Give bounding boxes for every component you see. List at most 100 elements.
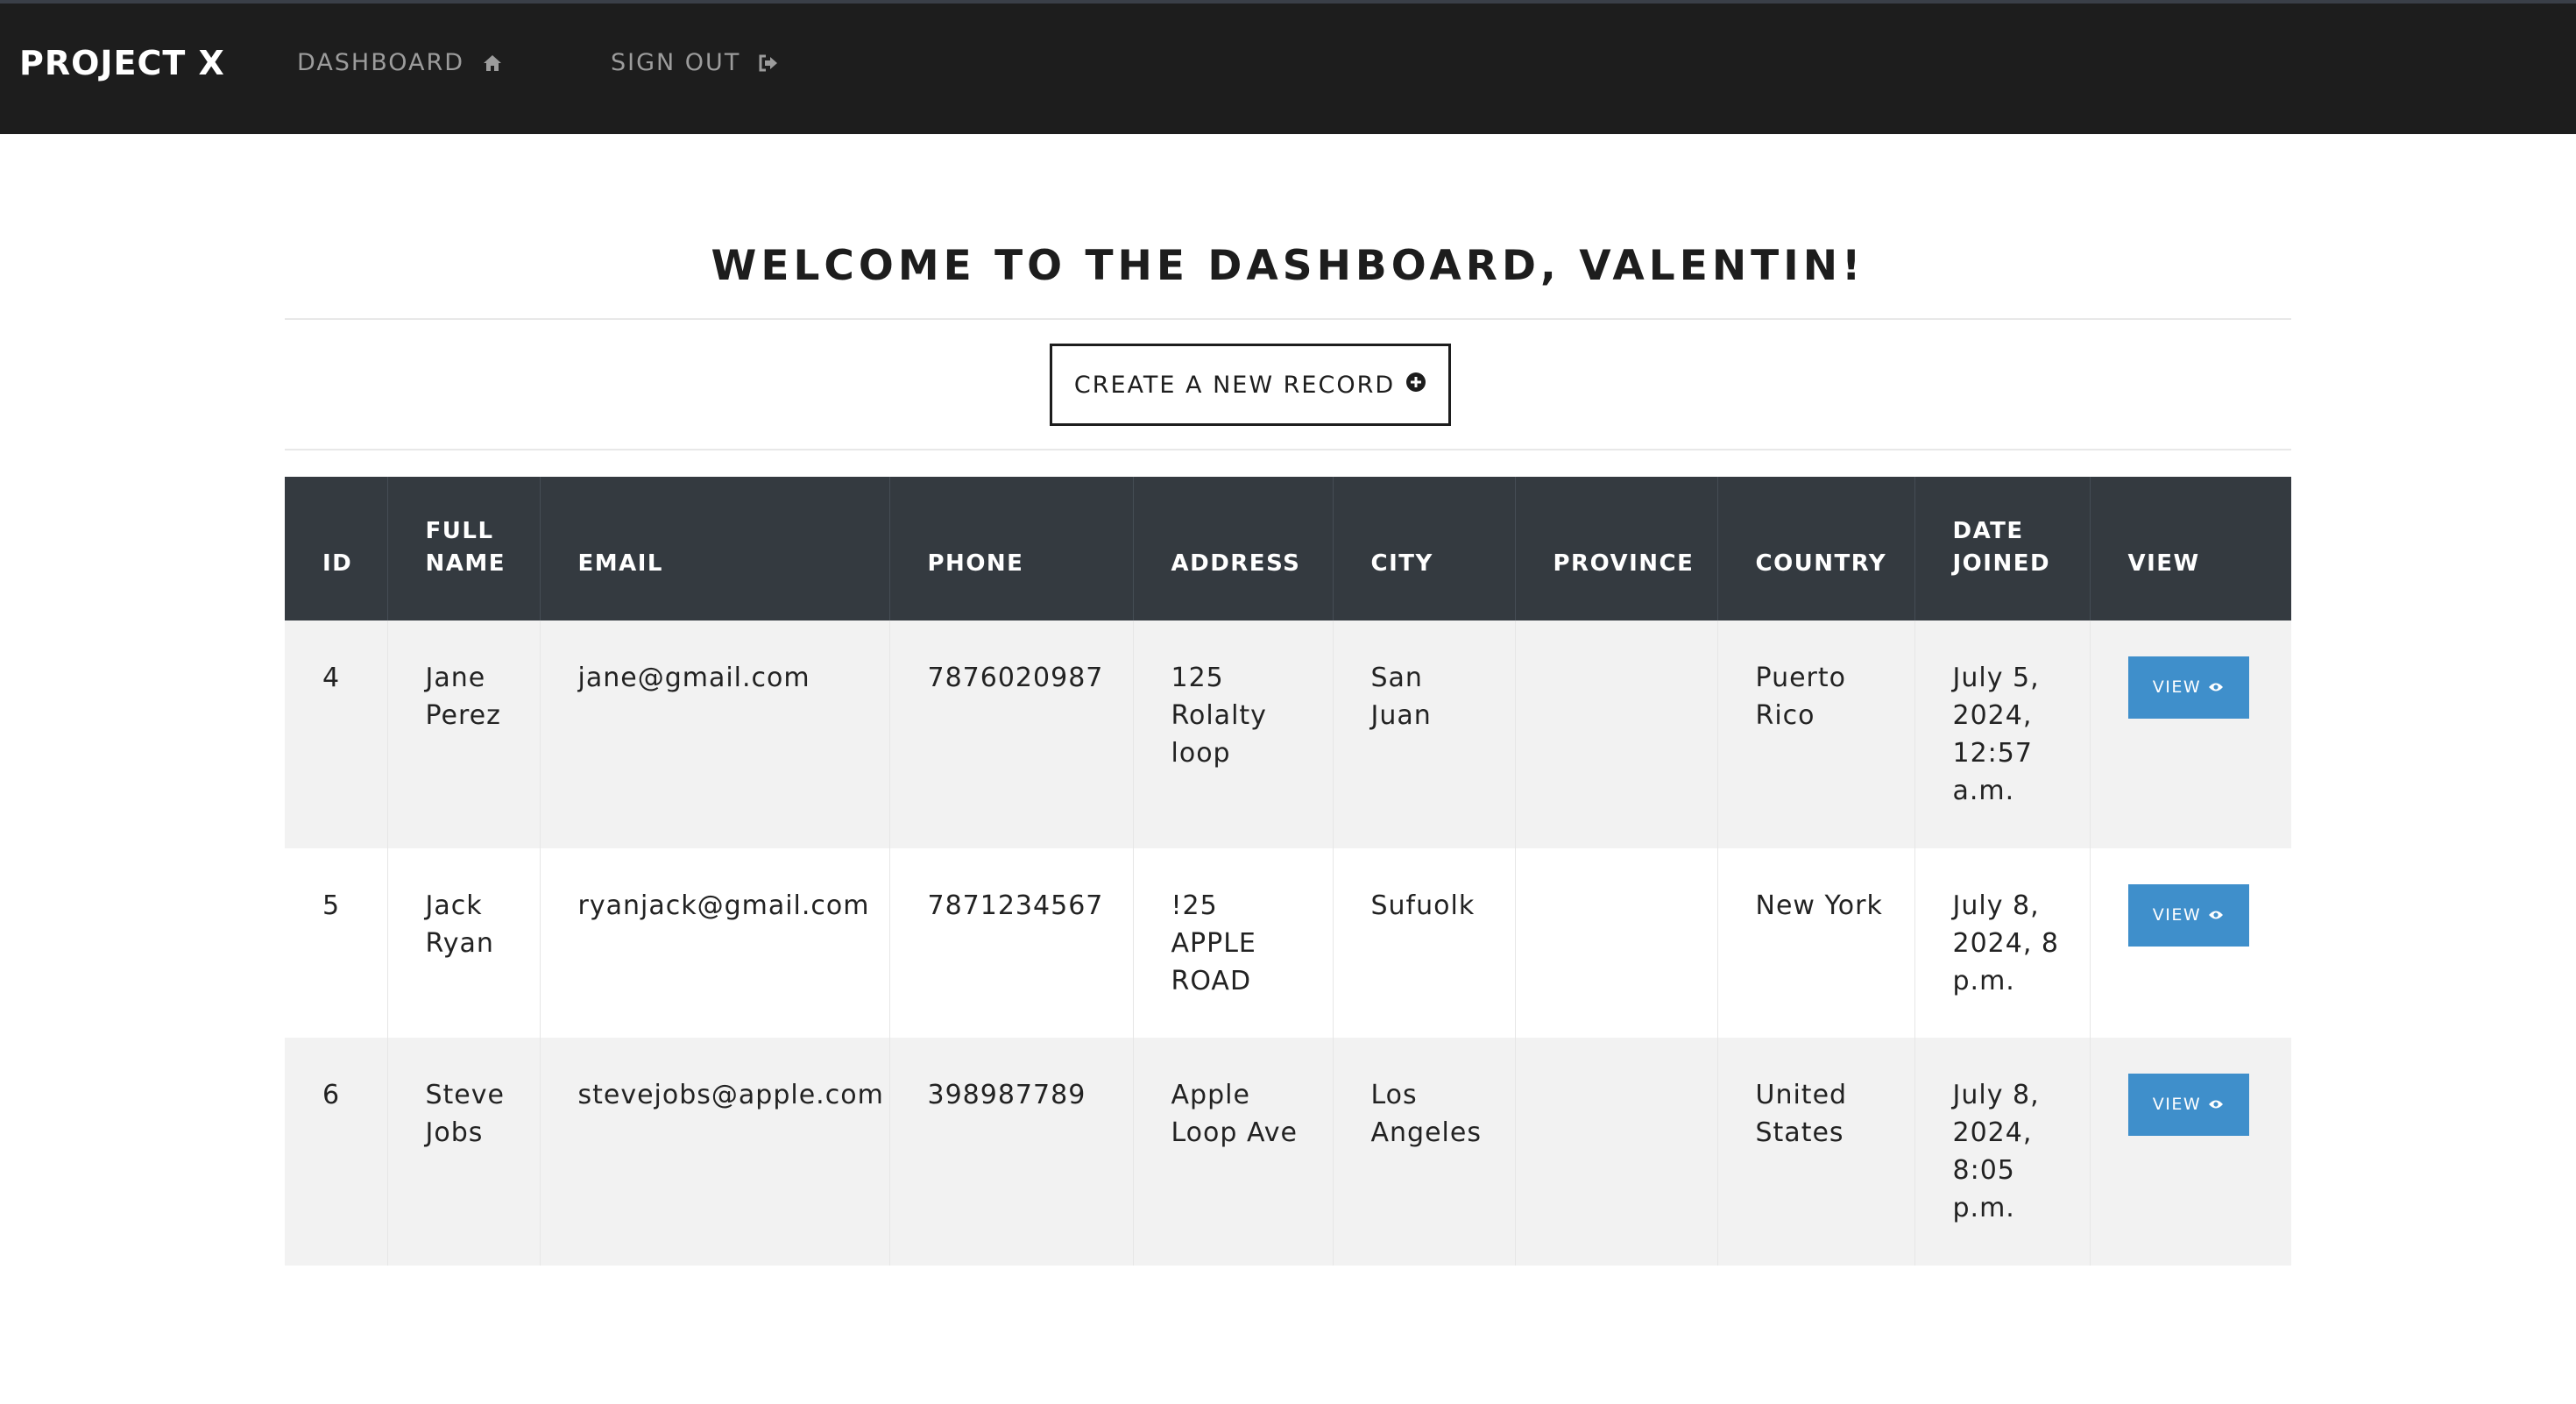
cell-country: New York (1717, 848, 1915, 1038)
page-title: WELCOME TO THE DASHBOARD, VALENTIN! (711, 242, 1865, 290)
cell-line: Jane (425, 663, 486, 693)
cell-line: Los (1370, 1080, 1418, 1110)
cell-line: 2024, (1952, 700, 2033, 731)
create-record-button[interactable]: CREATE A NEW RECORD (1050, 344, 1451, 426)
cell-line: Jobs (425, 1117, 484, 1148)
cell-line: Loop Ave (1171, 1117, 1298, 1148)
cell-line: p.m. (1952, 1193, 2015, 1223)
records-table: ID FULL NAME EMAIL PHONE ADDRESS CITY PR… (285, 477, 2291, 1266)
nav-signout-link[interactable]: SIGN OUT (611, 49, 779, 76)
view-button-label: VIEW (2152, 1095, 2202, 1114)
cell-line: Sufuolk (1370, 890, 1476, 921)
divider (285, 449, 2291, 450)
cell-line: a.m. (1952, 776, 2015, 806)
create-record-label: CREATE A NEW RECORD (1073, 371, 1396, 399)
nav-dashboard-label: DASHBOARD (297, 49, 465, 76)
view-record-button[interactable]: VIEW (2127, 656, 2249, 719)
home-icon (482, 53, 503, 73)
table-row: 4 Jane Perez jane@gmail.com 7876020987 1… (285, 620, 2291, 848)
cell-line: July 8, (1952, 890, 2040, 921)
table-row: 5 Jack Ryan ryanjack@gmail.com 787123456… (285, 848, 2291, 1038)
cell-line: Steve (425, 1080, 505, 1110)
header-email: EMAIL (540, 477, 890, 620)
header-city: CITY (1333, 477, 1516, 620)
cell-line: 8:05 (1952, 1155, 2015, 1186)
view-record-button[interactable]: VIEW (2127, 1074, 2249, 1136)
header-date-joined-line: JOINED (1952, 550, 2051, 577)
cell-line: Angeles (1370, 1117, 1482, 1148)
cell-line: New York (1755, 890, 1883, 921)
cell-line: Puerto (1755, 663, 1846, 693)
cell-phone: 7871234567 (889, 848, 1134, 1038)
header-address: ADDRESS (1133, 477, 1334, 620)
cell-email: jane@gmail.com (540, 620, 890, 848)
cell-email: stevejobs@apple.com (540, 1038, 890, 1266)
cell-line: Juan (1370, 700, 1432, 731)
header-country: COUNTRY (1717, 477, 1915, 620)
cell-date-joined: July 8, 2024, 8 p.m. (1914, 848, 2091, 1038)
cell-address: 125 Rolalty loop (1133, 620, 1334, 848)
cell-line: APPLE (1171, 928, 1256, 959)
cell-line: 2024, 8 (1952, 928, 2060, 959)
header-full-name: FULL NAME (387, 477, 541, 620)
cell-line: p.m. (1952, 966, 2015, 996)
divider (285, 318, 2291, 320)
header-date-joined-line: DATE (1952, 518, 2024, 544)
sign-out-icon (758, 53, 779, 73)
nav-signout-label: SIGN OUT (611, 49, 741, 76)
cell-date-joined: July 5, 2024, 12:57 a.m. (1914, 620, 2091, 848)
cell-phone: 398987789 (889, 1038, 1134, 1266)
cell-province (1515, 1038, 1718, 1266)
cell-line: loop (1171, 738, 1231, 769)
cell-date-joined: July 8, 2024, 8:05 p.m. (1914, 1038, 2091, 1266)
cell-city: Los Angeles (1333, 1038, 1516, 1266)
view-button-label: VIEW (2152, 677, 2202, 697)
cell-address: Apple Loop Ave (1133, 1038, 1334, 1266)
cell-id: 4 (285, 620, 388, 848)
cell-line: States (1755, 1117, 1844, 1148)
cell-id: 6 (285, 1038, 388, 1266)
cell-city: San Juan (1333, 620, 1516, 848)
brand-logo[interactable]: PROJECT X (19, 44, 225, 82)
cell-line: Rico (1755, 700, 1815, 731)
cell-province (1515, 848, 1718, 1038)
cell-line: United (1755, 1080, 1848, 1110)
eye-icon (2208, 1086, 2224, 1124)
cell-line: Apple (1171, 1080, 1250, 1110)
cell-line: Jack (425, 890, 483, 921)
cell-line: Ryan (425, 928, 494, 959)
cell-province (1515, 620, 1718, 848)
header-id: ID (285, 477, 388, 620)
cell-id: 5 (285, 848, 388, 1038)
cell-line: San (1370, 663, 1423, 693)
eye-icon (2208, 669, 2224, 706)
cell-line: Perez (425, 700, 501, 731)
eye-icon (2208, 897, 2224, 934)
table-header-row: ID FULL NAME EMAIL PHONE ADDRESS CITY PR… (285, 477, 2291, 620)
top-navbar: PROJECT X DASHBOARD SIGN OUT (0, 0, 2576, 134)
cell-line: 2024, (1952, 1117, 2033, 1148)
table-row: 6 Steve Jobs stevejobs@apple.com 3989877… (285, 1038, 2291, 1266)
header-full-name-line: FULL (425, 518, 494, 544)
nav-dashboard-link[interactable]: DASHBOARD (297, 49, 503, 76)
header-province: PROVINCE (1515, 477, 1718, 620)
cell-full-name: Jack Ryan (387, 848, 541, 1038)
cell-full-name: Jane Perez (387, 620, 541, 848)
cell-view: VIEW (2090, 620, 2291, 848)
header-full-name-line: NAME (425, 550, 506, 577)
cell-line: Rolalty (1171, 700, 1267, 731)
cell-full-name: Steve Jobs (387, 1038, 541, 1266)
cell-view: VIEW (2090, 1038, 2291, 1266)
cell-email: ryanjack@gmail.com (540, 848, 890, 1038)
cell-line: 125 (1171, 663, 1224, 693)
cell-line: July 8, (1952, 1080, 2040, 1110)
view-record-button[interactable]: VIEW (2127, 884, 2249, 947)
cell-address: !25 APPLE ROAD (1133, 848, 1334, 1038)
cell-line: !25 (1171, 890, 1218, 921)
plus-circle-icon (1405, 372, 1426, 399)
cell-line: 12:57 (1952, 738, 2033, 769)
cell-line: ROAD (1171, 966, 1252, 996)
cell-country: United States (1717, 1038, 1915, 1266)
header-view: VIEW (2090, 477, 2291, 620)
header-date-joined: DATE JOINED (1914, 477, 2091, 620)
